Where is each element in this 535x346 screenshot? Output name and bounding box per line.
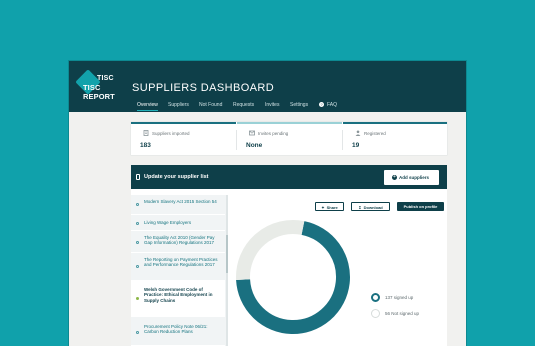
dashboard-window: TISC TISC REPORT SUPPLIERS DASHBOARD Ove…: [69, 61, 466, 346]
stats-card: Suppliers imported 183 Invites pending N…: [131, 122, 447, 155]
list-item-label: Procurement Policy Note 06/21: Carbon Re…: [144, 324, 208, 335]
add-suppliers-button[interactable]: + Add suppliers: [384, 170, 439, 185]
stat-accent-bar: [131, 122, 236, 124]
radio-icon: [136, 331, 139, 334]
list-item-active[interactable]: Welsh Government Code of Practice: Ethic…: [131, 281, 225, 317]
list-item-label: The Reporting on Payment Practices and P…: [144, 257, 218, 268]
list-item-label: The Equality Act 2010 (Gender Pay Gap In…: [144, 235, 215, 246]
logo-text-bottom: TISC REPORT: [83, 83, 115, 101]
nav-faq[interactable]: ? FAQ: [319, 102, 337, 108]
nav-invites[interactable]: Invites: [265, 102, 279, 108]
stat-registered: Registered 19: [343, 122, 447, 155]
stat-suppliers-imported: Suppliers imported 183: [131, 122, 236, 155]
list-item[interactable]: Modern Slavery Act 2015 Section 54: [131, 195, 225, 215]
radio-icon: [136, 203, 139, 206]
stat-value: None: [246, 142, 263, 149]
building-icon: [143, 130, 149, 136]
radio-icon: [136, 241, 139, 244]
person-icon: [355, 130, 361, 136]
legend-label: 56 Not signed up: [385, 311, 420, 316]
plus-circle-icon: +: [392, 174, 397, 180]
radio-icon: [136, 222, 139, 225]
scrollbar-thumb[interactable]: [226, 235, 228, 273]
list-item[interactable]: The Reporting on Payment Practices and P…: [131, 253, 225, 281]
stat-label: Registered: [364, 131, 386, 136]
regulation-list: Modern Slavery Act 2015 Section 54 Livin…: [131, 195, 227, 346]
stat-label: Suppliers imported: [152, 131, 190, 136]
list-item[interactable]: The Equality Act 2010 (Gender Pay Gap In…: [131, 231, 225, 253]
clipboard-icon: [136, 174, 140, 180]
list-item[interactable]: Living Wage Employers: [131, 215, 225, 231]
list-item-label: Living Wage Employers: [144, 220, 192, 225]
logo-text-top: TISC: [97, 75, 114, 82]
legend-swatch-not-signed-up: [371, 309, 380, 318]
donut-slice-not-signed-up: [236, 220, 305, 280]
stat-invites-pending: Invites pending None: [237, 122, 342, 155]
envelope-icon: [249, 130, 255, 136]
question-circle-icon: ?: [319, 102, 324, 107]
legend-swatch-signed-up: [371, 293, 380, 302]
list-item[interactable]: Procurement Policy Note 06/21: Carbon Re…: [131, 317, 225, 346]
radio-icon: [136, 265, 139, 268]
nav-overview[interactable]: Overview: [137, 102, 158, 111]
list-item-label: Welsh Government Code of Practice: Ethic…: [144, 287, 213, 303]
panel-title: Update your supplier list: [144, 174, 209, 180]
signup-donut-chart: [236, 220, 350, 334]
chart-area: ✦ Share ↧ Download Publish on profile 137 …: [229, 195, 447, 346]
top-bar: TISC TISC REPORT SUPPLIERS DASHBOARD Ove…: [69, 61, 466, 112]
panel-header: Update your supplier list + Add supplier…: [131, 165, 447, 189]
supplier-list-panel: Update your supplier list + Add supplier…: [131, 165, 447, 346]
nav-faq-label: FAQ: [327, 102, 338, 108]
tisc-logo[interactable]: TISC TISC REPORT: [75, 69, 123, 101]
stat-accent-bar: [237, 122, 342, 124]
legend-label: 137 signed up: [385, 295, 414, 300]
stat-value: 19: [352, 142, 360, 149]
radio-selected-icon: [136, 297, 139, 300]
stat-label: Invites pending: [258, 131, 289, 136]
nav-settings[interactable]: Settings: [290, 102, 308, 108]
nav-requests[interactable]: Requests: [233, 102, 254, 108]
list-item-label: Modern Slavery Act 2015 Section 54: [144, 199, 217, 204]
page-title: SUPPLIERS DASHBOARD: [132, 82, 275, 94]
add-suppliers-label: Add suppliers: [399, 175, 430, 180]
nav-suppliers[interactable]: Suppliers: [168, 102, 189, 108]
list-scrollbar[interactable]: [226, 195, 228, 346]
stat-value: 183: [140, 142, 151, 149]
nav-not-found[interactable]: Not Found: [199, 102, 222, 108]
stat-accent-bar: [343, 122, 447, 124]
